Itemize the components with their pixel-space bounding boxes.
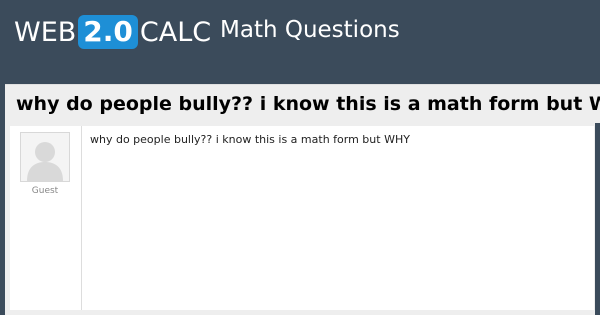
logo-badge: 2.0 (78, 15, 138, 49)
nav-math-questions[interactable]: Math Questions (220, 17, 400, 43)
post-card: Guest why do people bully?? i know this … (10, 126, 594, 310)
page: WEB 2.0 CALC Math Questions why do peopl… (0, 0, 600, 315)
post-author-column: Guest (10, 126, 82, 310)
site-logo[interactable]: WEB 2.0 CALC (14, 14, 211, 50)
logo-prefix: WEB (14, 16, 77, 48)
site-header: WEB 2.0 CALC Math Questions (0, 0, 600, 66)
logo-suffix: CALC (139, 16, 212, 48)
question-title: why do people bully?? i know this is a m… (16, 93, 600, 115)
default-user-avatar-icon[interactable] (20, 132, 70, 182)
post-panel: Guest why do people bully?? i know this … (5, 122, 595, 315)
question-header: why do people bully?? i know this is a m… (5, 84, 600, 123)
post-body: why do people bully?? i know this is a m… (90, 133, 410, 146)
post-author-name[interactable]: Guest (10, 186, 80, 196)
